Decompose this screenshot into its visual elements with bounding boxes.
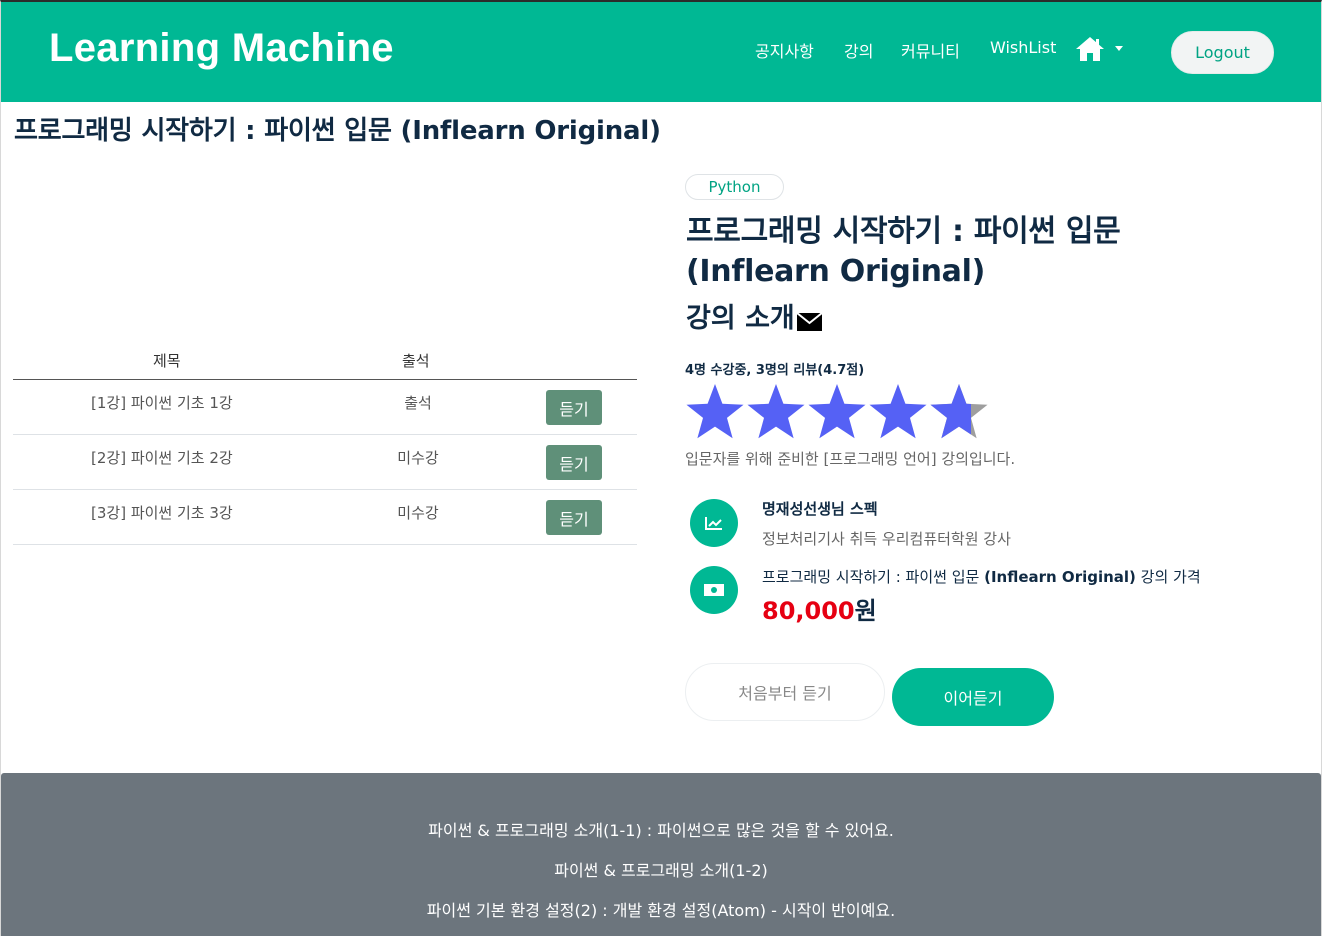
column-title: 제목 xyxy=(153,352,181,370)
category-tag[interactable]: Python xyxy=(685,174,784,200)
course-description: 입문자를 위해 준비한 [프로그래밍 언어] 강의입니다. xyxy=(685,450,1016,468)
top-navbar: Learning Machine 공지사항 강의 커뮤니티 WishList L… xyxy=(1,2,1321,102)
lecture-title: [2강] 파이썬 기초 2강 xyxy=(91,449,233,467)
price-unit: 원 xyxy=(854,597,877,625)
rating-stars xyxy=(686,384,988,439)
lecture-table: 제목 출석 [1강] 파이썬 기초 1강 출석 듣기 [2강] 파이썬 기초 2… xyxy=(13,340,637,545)
logout-button[interactable]: Logout xyxy=(1171,31,1274,74)
chart-line-icon xyxy=(705,517,722,530)
nav-community[interactable]: 커뮤니티 xyxy=(901,38,960,62)
listen-button[interactable]: 듣기 xyxy=(546,445,602,480)
star-icon xyxy=(686,384,744,439)
nav-wishlist[interactable]: WishList xyxy=(990,38,1056,57)
price-label-suffix: 강의 가격 xyxy=(1135,568,1201,586)
price-value: 80,000 xyxy=(762,597,855,625)
money-bill-icon xyxy=(704,584,724,596)
lecture-title: [1강] 파이썬 기초 1강 xyxy=(91,394,233,412)
listen-button[interactable]: 듣기 xyxy=(546,500,602,535)
nav-notice[interactable]: 공지사항 xyxy=(755,38,814,62)
price-label-text: 프로그래밍 시작하기 : 파이썬 입문 xyxy=(762,568,985,586)
attendance-status: 출석 xyxy=(404,394,432,412)
attendance-status: 미수강 xyxy=(397,504,439,522)
price-label: 프로그래밍 시작하기 : 파이썬 입문 (Inflearn Original) … xyxy=(762,566,1201,587)
lecture-item[interactable]: 파이썬 & 프로그래밍 소개(1-1) : 파이썬으로 많은 것을 할 수 있어… xyxy=(1,817,1321,841)
table-header: 제목 출석 xyxy=(13,340,637,380)
instructor-spec-detail: 정보처리기사 취득 우리컴퓨터학원 강사 xyxy=(762,530,1011,548)
table-row: [3강] 파이썬 기초 3강 미수강 듣기 xyxy=(13,490,637,545)
start-from-beginning-button[interactable]: 처음부터 듣기 xyxy=(685,663,885,721)
price-badge xyxy=(690,566,738,614)
course-intro-heading: 강의 소개 xyxy=(686,296,822,335)
spec-badge xyxy=(690,499,738,547)
page-title: 프로그래밍 시작하기 : 파이썬 입문 (Inflearn Original) xyxy=(14,116,661,146)
price-label-emphasis: (Inflearn Original) xyxy=(984,568,1136,586)
course-price: 80,000원 xyxy=(762,591,877,626)
lecture-item[interactable]: 파이썬 기본 환경 설정(2) : 개발 환경 설정(Atom) - 시작이 반… xyxy=(1,897,1321,921)
star-icon xyxy=(808,384,866,439)
course-title: 프로그래밍 시작하기 : 파이썬 입문 (Inflearn Original) xyxy=(686,214,1121,289)
star-icon xyxy=(747,384,805,439)
instructor-spec-title: 명재성선생님 스펙 xyxy=(762,500,878,518)
brand-logo[interactable]: Learning Machine xyxy=(49,26,394,71)
lecture-list-panel: 파이썬 & 프로그래밍 소개(1-1) : 파이썬으로 많은 것을 할 수 있어… xyxy=(1,773,1321,936)
star-icon xyxy=(869,384,927,439)
enrollment-stats: 4명 수강중, 3명의 리뷰(4.7점) xyxy=(685,363,865,378)
home-icon xyxy=(1076,37,1104,61)
table-row: [1강] 파이썬 기초 1강 출석 듣기 xyxy=(13,380,637,435)
continue-button[interactable]: 이어듣기 xyxy=(892,668,1054,726)
lecture-item[interactable]: 파이썬 & 프로그래밍 소개(1-2) xyxy=(1,857,1321,881)
intro-label: 강의 소개 xyxy=(686,303,795,334)
table-row: [2강] 파이썬 기초 2강 미수강 듣기 xyxy=(13,435,637,490)
lecture-title: [3강] 파이썬 기초 3강 xyxy=(91,504,233,522)
nav-lectures[interactable]: 강의 xyxy=(844,38,873,62)
envelope-icon[interactable] xyxy=(796,312,822,331)
column-attendance: 출석 xyxy=(402,352,430,370)
attendance-status: 미수강 xyxy=(397,449,439,467)
chevron-down-icon xyxy=(1115,46,1123,51)
home-dropdown[interactable] xyxy=(1075,36,1127,62)
listen-button[interactable]: 듣기 xyxy=(546,390,602,425)
